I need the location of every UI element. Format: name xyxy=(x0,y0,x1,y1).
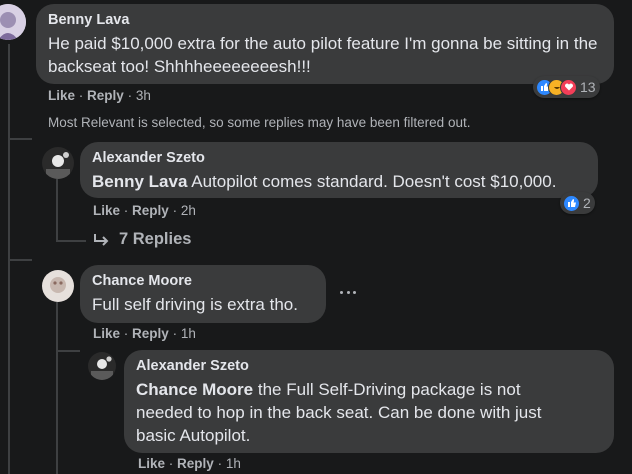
comment-bubble: Chance Moore Full self driving is extra … xyxy=(80,265,326,323)
reply-button[interactable]: Reply xyxy=(177,456,214,471)
like-icon xyxy=(563,194,580,212)
more-options-icon[interactable] xyxy=(340,284,356,300)
view-replies-label[interactable]: 7 Replies xyxy=(119,230,191,249)
separator: · xyxy=(123,326,129,341)
like-button[interactable]: Like xyxy=(48,88,75,103)
separator: · xyxy=(123,203,129,218)
reply-button[interactable]: Reply xyxy=(132,203,169,218)
comment-timestamp[interactable]: 1h xyxy=(226,456,241,471)
separator: · xyxy=(78,88,84,103)
reply-button[interactable]: Reply xyxy=(87,88,124,103)
comment-timestamp[interactable]: 1h xyxy=(181,326,196,341)
comment-bubble: Benny Lava He paid $10,000 extra for the… xyxy=(36,4,614,84)
mention-link[interactable]: Chance Moore xyxy=(136,380,253,399)
comment-text: Chance Moore the Full Self-Driving packa… xyxy=(136,378,576,447)
comment-author[interactable]: Alexander Szeto xyxy=(136,358,602,374)
reaction-count: 2 xyxy=(583,195,591,211)
thread-connector xyxy=(56,350,80,352)
reply-button[interactable]: Reply xyxy=(132,326,169,341)
comment-actions: Like · Reply · 1h xyxy=(138,456,241,471)
thread-line xyxy=(56,302,58,474)
avatar[interactable] xyxy=(88,352,116,380)
view-replies-link[interactable]: 7 Replies xyxy=(93,230,191,249)
thread-connector xyxy=(8,259,32,261)
comment-timestamp[interactable]: 3h xyxy=(136,88,151,103)
like-button[interactable]: Like xyxy=(138,456,165,471)
avatar[interactable] xyxy=(42,147,74,179)
comment-actions: Like · Reply · 1h xyxy=(93,326,196,341)
reaction-summary[interactable]: 13 xyxy=(533,76,600,98)
comment-author[interactable]: Benny Lava xyxy=(48,12,602,28)
love-icon xyxy=(560,78,577,96)
reply-arrow-icon xyxy=(94,233,109,246)
reaction-summary[interactable]: 2 xyxy=(560,192,595,214)
comment-bubble: Alexander Szeto Chance Moore the Full Se… xyxy=(124,350,614,453)
separator: · xyxy=(172,203,178,218)
comment-author[interactable]: Chance Moore xyxy=(92,273,314,289)
comment-text: Benny Lava Autopilot comes standard. Doe… xyxy=(92,170,586,193)
separator: · xyxy=(168,456,174,471)
thread-connector xyxy=(56,240,86,242)
separator: · xyxy=(217,456,223,471)
thread-connector xyxy=(8,138,32,140)
like-button[interactable]: Like xyxy=(93,203,120,218)
comment-bubble: Alexander Szeto Benny Lava Autopilot com… xyxy=(80,142,598,198)
comment-author[interactable]: Alexander Szeto xyxy=(92,150,586,166)
mention-link[interactable]: Benny Lava xyxy=(92,172,187,191)
comment-text: Full self driving is extra tho. xyxy=(92,295,298,314)
filter-notice: Most Relevant is selected, so some repli… xyxy=(48,115,471,130)
avatar[interactable] xyxy=(0,4,26,40)
separator: · xyxy=(172,326,178,341)
separator: · xyxy=(127,88,133,103)
comment-timestamp[interactable]: 2h xyxy=(181,203,196,218)
avatar[interactable] xyxy=(42,270,74,302)
like-button[interactable]: Like xyxy=(93,326,120,341)
comment-actions: Like · Reply · 3h xyxy=(48,88,151,103)
comment-body: Autopilot comes standard. Doesn't cost $… xyxy=(191,172,557,191)
thread-line xyxy=(56,178,58,240)
comment-actions: Like · Reply · 2h xyxy=(93,203,196,218)
comment-text: He paid $10,000 extra for the auto pilot… xyxy=(48,34,598,76)
reaction-count: 13 xyxy=(580,79,596,95)
